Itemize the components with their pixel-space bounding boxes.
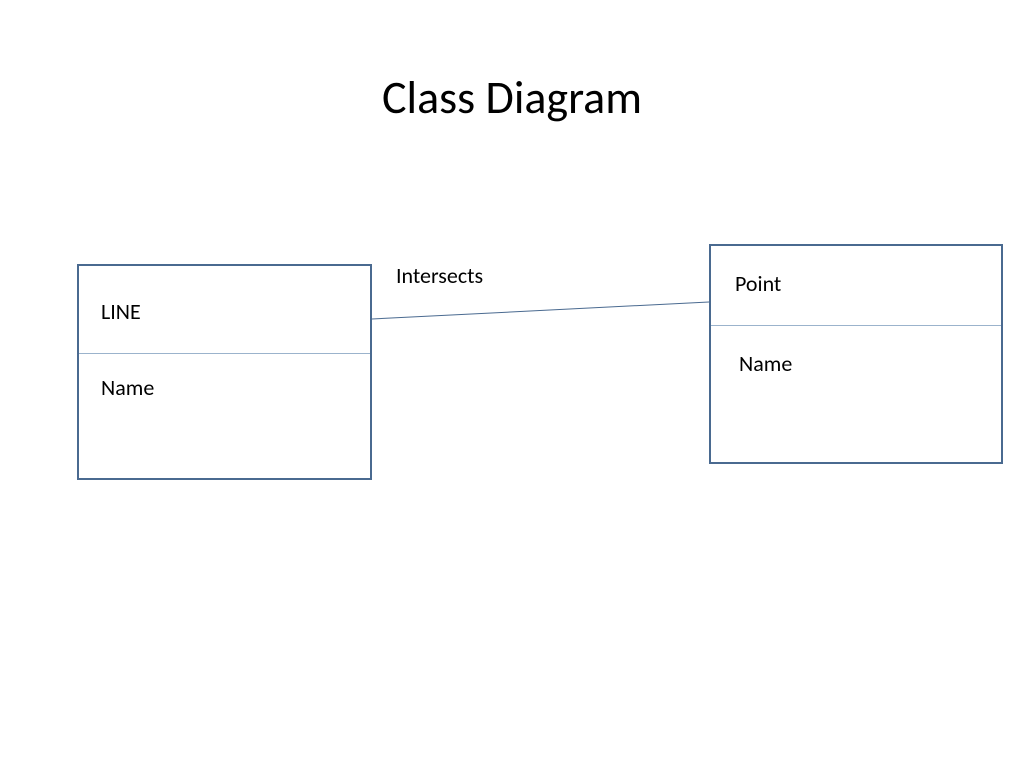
class-box-line: LINE Name bbox=[77, 264, 372, 480]
class-name-point: Point bbox=[711, 246, 1001, 325]
diagram-title: Class Diagram bbox=[0, 70, 1024, 126]
class-name-line: LINE bbox=[79, 266, 370, 353]
association-label: Intersects bbox=[396, 262, 483, 289]
class-box-point: Point Name bbox=[709, 244, 1003, 464]
class-attribute-line: Name bbox=[79, 354, 370, 421]
class-attribute-point: Name bbox=[711, 326, 1001, 397]
